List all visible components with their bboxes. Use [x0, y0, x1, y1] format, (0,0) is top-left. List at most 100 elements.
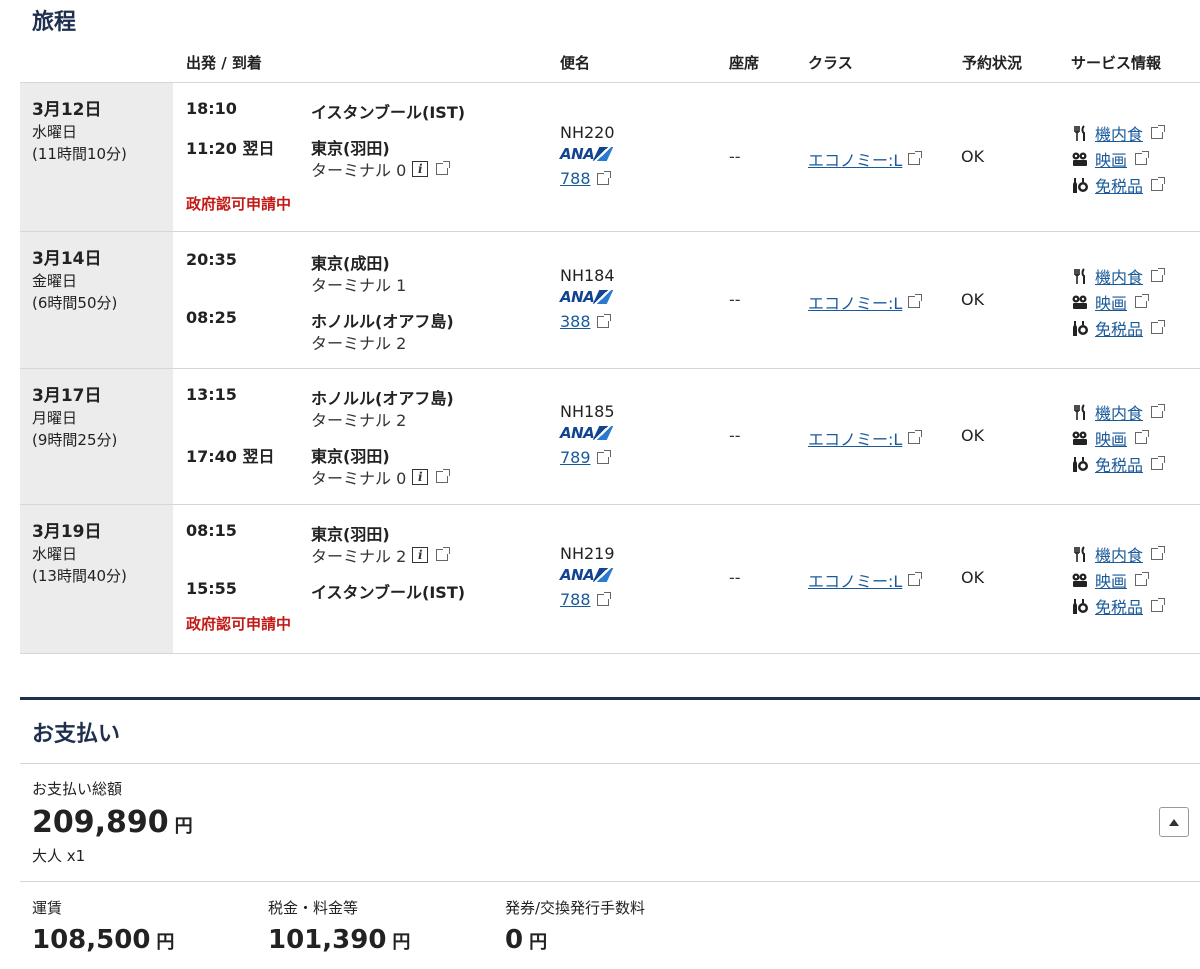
fare-class[interactable]: エコノミー:L [808, 568, 923, 592]
meal-icon [1074, 125, 1085, 141]
aircraft-link[interactable]: 788 [560, 590, 591, 609]
meal-link[interactable]: 機内食 [1095, 542, 1143, 566]
segment-duration: (6時間50分) [32, 294, 118, 312]
service-dutyfree[interactable]: 免税品 [1071, 452, 1166, 476]
service-dutyfree[interactable]: 免税品 [1071, 594, 1166, 618]
terminal-label: ターミナル 0 [311, 469, 407, 488]
aircraft-link[interactable]: 388 [560, 312, 591, 331]
service-movie[interactable]: 映画 [1071, 290, 1150, 314]
external-link-icon[interactable] [596, 591, 611, 606]
meal-link[interactable]: 機内食 [1095, 121, 1143, 145]
ana-logo-mark [593, 290, 614, 304]
fare-label: 運賃 [32, 899, 63, 917]
booking-status: OK [961, 147, 985, 166]
external-link-icon[interactable] [1135, 151, 1150, 165]
external-link-icon[interactable] [1151, 404, 1166, 418]
external-link-icon[interactable] [436, 161, 451, 175]
movie-link[interactable]: 映画 [1095, 290, 1127, 314]
currency-label: 円 [174, 816, 193, 837]
aircraft-link[interactable]: 789 [560, 448, 591, 467]
external-link-icon[interactable] [908, 572, 923, 586]
duty-free-link[interactable]: 免税品 [1095, 316, 1143, 340]
movie-link[interactable]: 映画 [1095, 426, 1127, 450]
fare-class[interactable]: エコノミー:L [808, 290, 923, 314]
fare-class[interactable]: エコノミー:L [808, 147, 923, 171]
fare-class-link[interactable]: エコノミー:L [808, 426, 902, 450]
external-link-icon[interactable] [1135, 430, 1150, 444]
external-link-icon[interactable] [908, 294, 923, 308]
fare-class-link[interactable]: エコノミー:L [808, 147, 902, 171]
duty-free-link[interactable]: 免税品 [1095, 173, 1143, 197]
passenger-count: 大人 x1 [32, 847, 86, 865]
fare-class[interactable]: エコノミー:L [808, 426, 923, 450]
aircraft-type[interactable]: 789 [560, 448, 611, 467]
tax-value: 101,390 [268, 925, 387, 955]
info-icon[interactable]: i [412, 469, 429, 485]
service-movie[interactable]: 映画 [1071, 568, 1150, 592]
departure-time: 18:10 [186, 99, 237, 118]
external-link-icon[interactable] [1135, 294, 1150, 308]
duty-free-link[interactable]: 免税品 [1095, 452, 1143, 476]
external-link-icon[interactable] [1151, 268, 1166, 282]
fare-value: 108,500 [32, 925, 151, 955]
info-icon[interactable]: i [412, 161, 429, 177]
external-link-icon[interactable] [1151, 546, 1166, 560]
service-movie[interactable]: 映画 [1071, 147, 1150, 171]
external-link-icon[interactable] [1151, 456, 1166, 470]
movie-link[interactable]: 映画 [1095, 147, 1127, 171]
service-meal[interactable]: 機内食 [1071, 542, 1166, 566]
departure-terminal: ターミナル 2 [311, 407, 406, 431]
date-cell: 3月14日 金曜日 (6時間50分) [20, 232, 173, 368]
external-link-icon[interactable] [1151, 177, 1166, 191]
terminal-label: ターミナル 2 [311, 411, 407, 430]
chevron-up-icon [1169, 818, 1179, 826]
ana-logo-text: ANA [560, 145, 595, 163]
booking-status: OK [961, 568, 985, 587]
external-link-icon[interactable] [596, 313, 611, 328]
duty-free-icon [1073, 178, 1088, 193]
external-link-icon[interactable] [436, 469, 451, 483]
aircraft-type[interactable]: 788 [560, 590, 611, 609]
payment-title: お支払い [32, 722, 121, 747]
arrival-time: 08:25 [186, 308, 237, 327]
movie-camera-icon [1072, 573, 1087, 587]
external-link-icon[interactable] [908, 151, 923, 165]
external-link-icon[interactable] [436, 547, 451, 561]
external-link-icon[interactable] [1151, 320, 1166, 334]
aircraft-type[interactable]: 788 [560, 169, 611, 188]
flight-number: NH219 [560, 544, 615, 563]
flight-number: NH220 [560, 123, 615, 142]
duty-free-link[interactable]: 免税品 [1095, 594, 1143, 618]
service-dutyfree[interactable]: 免税品 [1071, 173, 1166, 197]
service-movie[interactable]: 映画 [1071, 426, 1150, 450]
external-link-icon[interactable] [1151, 125, 1166, 139]
external-link-icon[interactable] [596, 449, 611, 464]
aircraft-type[interactable]: 388 [560, 312, 611, 331]
departure-time: 08:15 [186, 521, 237, 540]
service-dutyfree[interactable]: 免税品 [1071, 316, 1166, 340]
arrival-city: 東京(羽田) [311, 139, 390, 158]
external-link-icon[interactable] [596, 170, 611, 185]
terminal-label: ターミナル 1 [311, 276, 407, 295]
meal-link[interactable]: 機内食 [1095, 400, 1143, 424]
external-link-icon[interactable] [908, 430, 923, 444]
currency-label: 円 [392, 932, 411, 953]
flight-number: NH185 [560, 402, 615, 421]
segment-duration: (13時間40分) [32, 567, 127, 585]
external-link-icon[interactable] [1151, 598, 1166, 612]
movie-link[interactable]: 映画 [1095, 568, 1127, 592]
ana-logo-text: ANA [560, 424, 595, 442]
info-icon[interactable]: i [412, 547, 429, 563]
fare-amount: 108,500 円 [32, 925, 174, 955]
service-meal[interactable]: 機内食 [1071, 400, 1166, 424]
fare-class-link[interactable]: エコノミー:L [808, 290, 902, 314]
fare-class-link[interactable]: エコノミー:L [808, 568, 902, 592]
service-meal[interactable]: 機内食 [1071, 264, 1166, 288]
meal-link[interactable]: 機内食 [1095, 264, 1143, 288]
aircraft-link[interactable]: 788 [560, 169, 591, 188]
date-cell: 3月17日 月曜日 (9時間25分) [20, 369, 173, 504]
collapse-button[interactable] [1159, 807, 1189, 837]
external-link-icon[interactable] [1135, 572, 1150, 586]
payment-section-divider [20, 697, 1200, 700]
service-meal[interactable]: 機内食 [1071, 121, 1166, 145]
